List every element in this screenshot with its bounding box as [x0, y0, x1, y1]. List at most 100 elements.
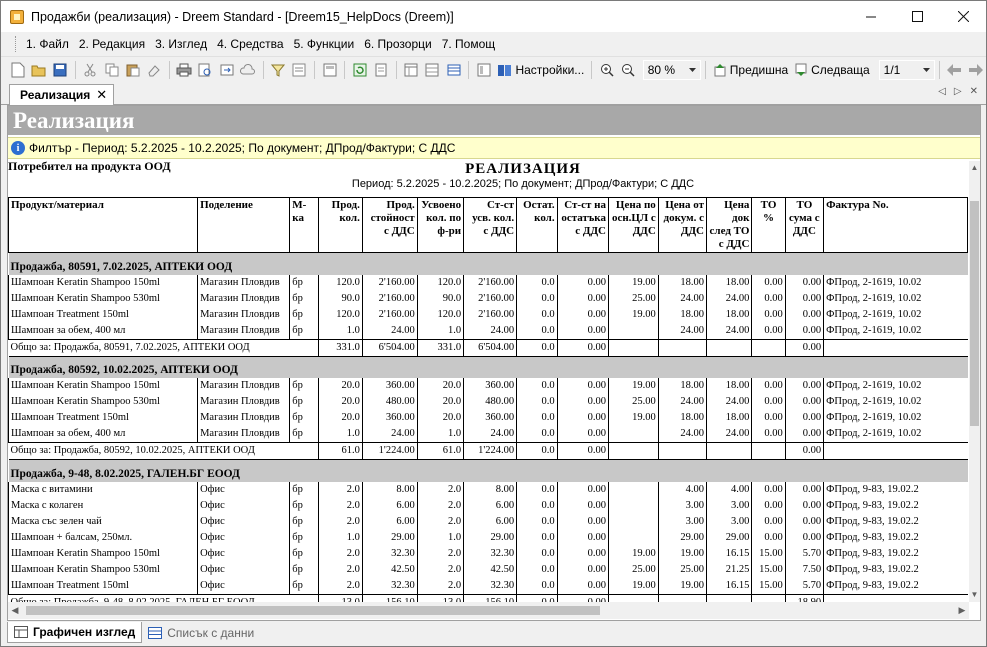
table-cell: 0.00: [784, 274, 824, 291]
open-button[interactable]: [29, 60, 48, 80]
table-cell: Магазин Пловдив: [197, 426, 290, 443]
col-sales-qty: Прод. кол.: [317, 197, 363, 253]
table-cell: 2'160.00: [361, 274, 418, 291]
close-button[interactable]: [940, 1, 986, 32]
tab-scroll-left-icon[interactable]: ◁: [938, 86, 946, 97]
columns-button[interactable]: [402, 60, 421, 80]
print-preview-button[interactable]: [196, 60, 215, 80]
vertical-scroll-thumb[interactable]: [970, 201, 979, 426]
previous-page-label: Предишна: [729, 62, 789, 77]
toolbar-separator: [591, 60, 593, 79]
table-cell: 360.00: [463, 378, 517, 394]
table-cell: 16.15: [705, 577, 752, 594]
menu-file[interactable]: 1. Файл: [21, 37, 74, 51]
menu-windows[interactable]: 6. Прозорци: [359, 37, 436, 51]
table-cell: 18.00: [657, 378, 707, 394]
horizontal-scrollbar[interactable]: ◀ ▶: [8, 602, 969, 619]
grid-button[interactable]: [423, 60, 442, 80]
new-button[interactable]: [8, 60, 27, 80]
save-button[interactable]: [50, 60, 69, 80]
zoom-select[interactable]: 80 %: [642, 59, 701, 80]
page-setup-button[interactable]: [474, 60, 493, 80]
settings-button[interactable]: Настройки...: [494, 60, 587, 80]
page-select[interactable]: 1/1: [878, 59, 935, 80]
document-button[interactable]: [371, 60, 390, 80]
table-cell: 0.00: [556, 513, 609, 530]
table-cell: 3.00: [705, 513, 752, 530]
menu-tools[interactable]: 4. Средства: [212, 37, 289, 51]
zoom-out-button[interactable]: [619, 60, 638, 80]
refresh-button[interactable]: [350, 60, 369, 80]
table-cell: 2.0: [416, 561, 464, 578]
table-cell: 18.00: [705, 378, 752, 394]
table-cell: Шампоан Keratin Shampoo 530ml: [8, 561, 198, 578]
previous-page-button[interactable]: Предишна: [710, 60, 791, 80]
paste-button[interactable]: [123, 60, 142, 80]
table-cell: 18.00: [657, 410, 707, 426]
maximize-button[interactable]: [894, 1, 940, 32]
filter-bar: i Филтър - Период: 5.2.2025 - 10.2.2025;…: [8, 137, 980, 159]
forward-button[interactable]: [966, 60, 985, 80]
print-button[interactable]: [175, 60, 194, 80]
scroll-left-icon[interactable]: ◀: [8, 602, 22, 619]
vertical-scrollbar[interactable]: ▲ ▼: [969, 161, 980, 602]
menu-edit[interactable]: 2. Редакция: [74, 37, 150, 51]
rows-icon: [447, 64, 461, 75]
layout-button[interactable]: [320, 60, 339, 80]
scroll-up-icon[interactable]: ▲: [969, 161, 980, 175]
table-cell: 29.00: [657, 529, 707, 546]
zoom-in-button[interactable]: [597, 60, 616, 80]
page-value: 1/1: [883, 62, 901, 77]
scroll-down-icon[interactable]: ▼: [969, 588, 980, 602]
table-cell: Магазин Пловдив: [197, 378, 290, 394]
tab-navigation: ◁ ▷ ✕: [938, 86, 978, 97]
erase-button[interactable]: [144, 60, 163, 80]
table-cell: 0.00: [556, 561, 609, 578]
table-cell: 0.00: [556, 290, 609, 307]
copy-button[interactable]: [102, 60, 121, 80]
table-cell: бр: [289, 481, 319, 498]
zoom-value: 80 %: [647, 62, 676, 77]
table-cell: 0.00: [751, 410, 786, 426]
table-cell: бр: [289, 529, 319, 546]
tab-data-list[interactable]: Списък с данни: [142, 622, 260, 643]
table-cell: 360.00: [361, 410, 418, 426]
tab-realization[interactable]: Реализация ✕: [9, 84, 115, 105]
table-cell: 480.00: [361, 394, 418, 410]
rows-button[interactable]: [444, 60, 463, 80]
graphic-view-icon: [14, 626, 28, 638]
table-cell: 2.0: [416, 513, 464, 530]
table-cell: 19.00: [607, 577, 659, 594]
report-banner: Реализация: [8, 106, 980, 135]
horizontal-scroll-thumb[interactable]: [26, 606, 600, 615]
tab-close-all-icon[interactable]: ✕: [970, 86, 978, 97]
group-total-cell: [607, 593, 659, 602]
back-button[interactable]: [945, 60, 964, 80]
scroll-right-icon[interactable]: ▶: [955, 602, 969, 619]
group-header: Продажба, 80591, 7.02.2025, АПТЕКИ ООД: [8, 252, 968, 275]
table-cell: 2'160.00: [463, 274, 517, 291]
next-page-button[interactable]: Следваща: [791, 60, 873, 80]
table-cell: 0.00: [784, 513, 824, 530]
group-total-cell: [705, 593, 752, 602]
book-icon: [498, 64, 512, 76]
upload-button[interactable]: [238, 60, 257, 80]
tab-scroll-right-icon[interactable]: ▷: [954, 86, 962, 97]
menu-functions[interactable]: 5. Функции: [289, 37, 360, 51]
cut-button[interactable]: [81, 60, 100, 80]
table-cell: 0.00: [556, 577, 609, 594]
menu-view[interactable]: 3. Изглед: [150, 37, 212, 51]
table-cell: ФПрод, 2-1619, 10.02: [823, 410, 968, 426]
tab-graphic-view[interactable]: Графичен изглед: [7, 622, 143, 643]
table-cell: ФПрод, 2-1619, 10.02: [823, 426, 968, 443]
table-cell: 1.0: [317, 322, 363, 339]
minimize-button[interactable]: [848, 1, 894, 32]
group-total-cell: [607, 338, 659, 357]
menu-help[interactable]: 7. Помощ: [437, 37, 500, 51]
table-cell: Маска със зелен чай: [8, 513, 198, 530]
tab-close-icon[interactable]: ✕: [96, 87, 107, 103]
details-button[interactable]: [290, 60, 309, 80]
export-button[interactable]: [217, 60, 236, 80]
table-cell: 20.0: [416, 394, 464, 410]
filter-button[interactable]: [268, 60, 287, 80]
